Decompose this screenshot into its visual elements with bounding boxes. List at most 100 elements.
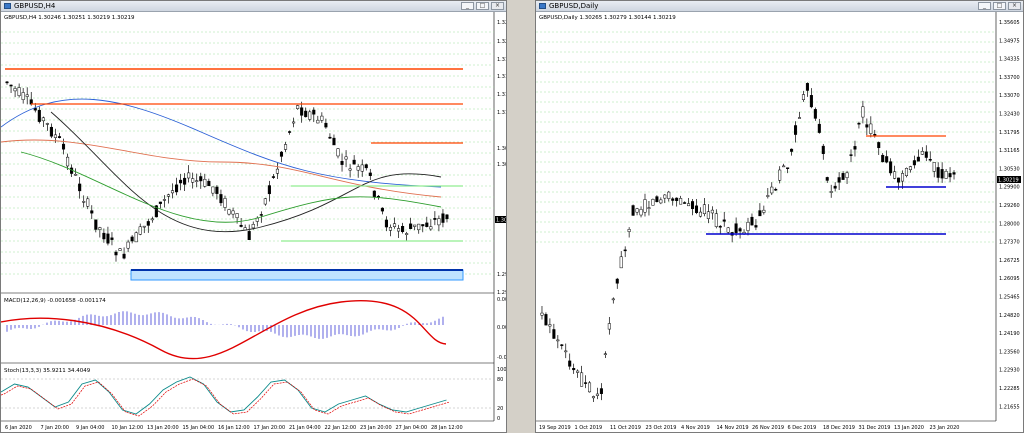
candle	[691, 201, 695, 210]
price-label: 1.26725	[999, 258, 1020, 264]
candle	[754, 225, 758, 228]
candle	[588, 382, 592, 393]
candle	[90, 210, 94, 214]
close-button[interactable]: ×	[491, 2, 504, 10]
candle	[78, 183, 82, 192]
chart-window-h4[interactable]: GBPUSD,H4 _ □ × GBPUSD,H4 1.30246 1.3025…	[0, 0, 507, 433]
candle	[332, 137, 336, 146]
candle	[279, 151, 284, 157]
macd-scale-bottom: -0.003574	[497, 355, 506, 361]
candle	[219, 194, 223, 204]
stoch-header: Stoch(13,3,3) 35.9211 34.4049	[4, 368, 91, 374]
candle	[397, 228, 401, 232]
candle	[336, 148, 340, 157]
candle	[429, 226, 433, 230]
candle	[199, 176, 203, 182]
minimize-button[interactable]: _	[461, 2, 474, 10]
candle	[904, 168, 908, 176]
candle	[312, 109, 316, 115]
stoch-scale-80: 80	[497, 377, 503, 383]
candle	[66, 156, 70, 167]
candle	[841, 173, 845, 180]
candle	[564, 350, 568, 353]
window-titlebar[interactable]: GBPUSD,H4 _ □ ×	[1, 1, 506, 12]
time-label: 6 Dec 2019	[788, 425, 817, 431]
time-label: 27 Jan 04:00	[396, 425, 428, 431]
candle	[805, 83, 809, 91]
candle	[441, 213, 445, 223]
candle	[53, 134, 57, 138]
price-label: 1.24190	[999, 331, 1020, 337]
candle	[13, 88, 17, 92]
candle	[126, 241, 130, 249]
candle	[215, 186, 219, 194]
candle	[611, 298, 615, 301]
candle	[845, 172, 849, 178]
candle	[857, 122, 861, 125]
maximize-button[interactable]: □	[476, 2, 489, 10]
candle	[706, 211, 710, 219]
candle	[694, 205, 699, 213]
candle	[928, 159, 932, 161]
chart-header: GBPUSD,Daily 1.30265 1.30279 1.30144 1.3…	[539, 15, 676, 21]
minimize-button[interactable]: _	[978, 2, 991, 10]
time-label: 11 Oct 2019	[610, 425, 641, 431]
daily-chart-canvas[interactable]: GBPUSD,Daily 1.30265 1.30279 1.30144 1.3…	[536, 12, 1023, 432]
price-label: 1.30755	[497, 162, 506, 168]
price-label: 1.31665	[497, 74, 506, 80]
candle	[207, 180, 211, 187]
candle	[9, 84, 13, 87]
candle	[283, 144, 288, 150]
candle	[142, 225, 146, 228]
window-titlebar[interactable]: GBPUSD,Daily _ □ ×	[536, 1, 1023, 12]
candle	[21, 92, 25, 100]
candle	[734, 223, 738, 233]
maximize-button[interactable]: □	[993, 2, 1006, 10]
candle	[770, 186, 774, 194]
candle	[738, 228, 742, 232]
time-label: 13 Jan 2020	[894, 425, 924, 431]
candle	[873, 133, 877, 136]
chart-window-daily[interactable]: GBPUSD,Daily _ □ × GBPUSD,Daily 1.30265 …	[535, 0, 1024, 433]
candle	[813, 109, 817, 119]
candle	[300, 107, 304, 116]
candle	[663, 194, 667, 199]
candle	[877, 142, 881, 149]
candle	[948, 173, 952, 178]
candle	[639, 209, 643, 216]
candle	[714, 213, 718, 227]
candle	[187, 172, 191, 179]
candle	[296, 105, 300, 109]
candle	[698, 211, 702, 217]
candle	[568, 360, 572, 367]
h4-chart-canvas[interactable]: GBPUSD,H4 1.30246 1.30251 1.30219 1.3021…	[1, 12, 506, 432]
candle	[292, 121, 296, 124]
candle	[134, 232, 138, 243]
candle	[853, 146, 857, 150]
candle	[372, 190, 376, 198]
candle	[130, 236, 134, 242]
candle	[37, 109, 41, 122]
candle	[433, 218, 437, 220]
candle	[580, 372, 584, 387]
candle	[308, 111, 312, 120]
price-label: 1.29485	[497, 290, 506, 296]
candle	[782, 165, 786, 168]
candle	[203, 178, 207, 187]
candle	[797, 117, 802, 119]
candle	[146, 221, 150, 226]
price-label: 1.29665	[497, 272, 506, 278]
price-label: 1.23560	[999, 349, 1020, 355]
candle	[179, 179, 183, 184]
time-label: 17 Jan 20:00	[254, 425, 286, 431]
candle	[679, 198, 683, 205]
candle	[328, 136, 332, 139]
close-button[interactable]: ×	[1008, 2, 1021, 10]
candle	[758, 210, 762, 217]
candle	[762, 209, 766, 213]
price-label: 1.34975	[999, 38, 1020, 44]
chart-icon	[539, 3, 546, 9]
candle	[726, 227, 730, 233]
candle	[275, 168, 279, 174]
price-label: 1.26095	[999, 276, 1020, 282]
